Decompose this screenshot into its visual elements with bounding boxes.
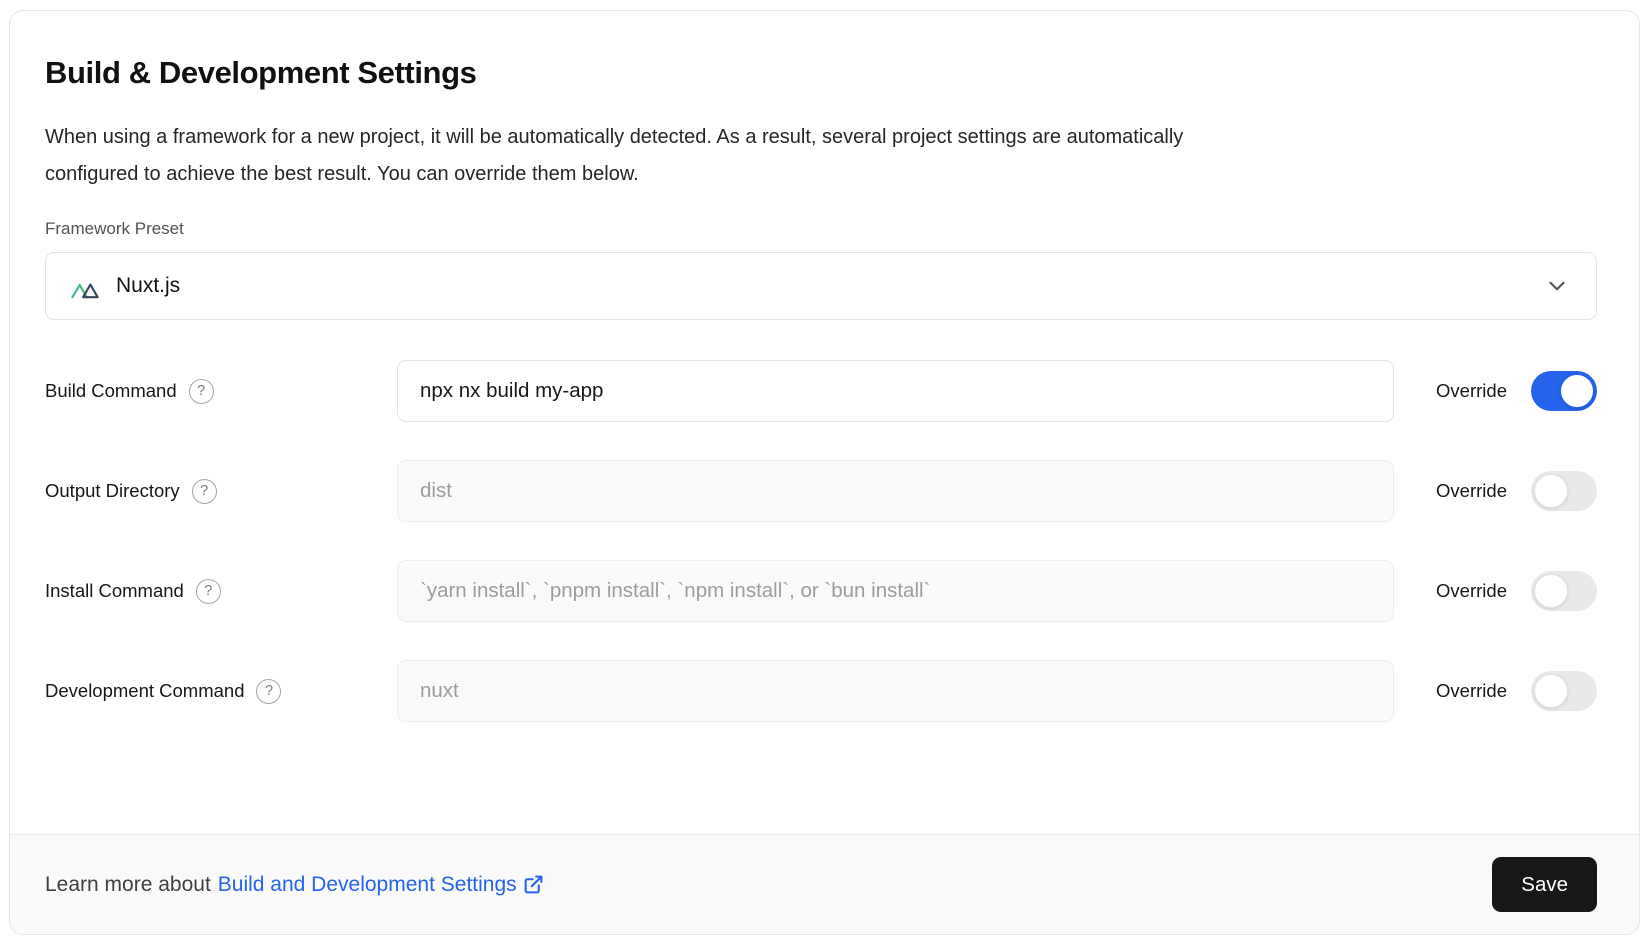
help-icon[interactable]: [192, 479, 217, 504]
chevron-down-icon: [1544, 273, 1570, 299]
override-toggle-output-directory[interactable]: [1531, 471, 1597, 511]
override-toggle-build-command[interactable]: [1531, 371, 1597, 411]
toggle-knob: [1534, 474, 1568, 508]
learn-more-prefix: Learn more about: [45, 873, 211, 897]
development-command-input[interactable]: [397, 660, 1394, 722]
external-link-icon: [517, 874, 544, 895]
description-line: configured to achieve the best result. Y…: [45, 156, 1525, 193]
override-toggle-install-command[interactable]: [1531, 571, 1597, 611]
setting-row-install-command: Install Command Override: [45, 560, 1597, 622]
toggle-knob: [1560, 374, 1594, 408]
override-label: Override: [1436, 380, 1507, 402]
override-label: Override: [1436, 580, 1507, 602]
settings-main: Build & Development Settings When using …: [10, 11, 1639, 760]
row-label: Build Command: [45, 380, 177, 402]
row-label: Development Command: [45, 680, 244, 702]
toggle-knob: [1534, 674, 1568, 708]
settings-card: Build & Development Settings When using …: [9, 10, 1640, 935]
link-label: Build and Development Settings: [218, 873, 517, 897]
toggle-knob: [1534, 574, 1568, 608]
section-description: When using a framework for a new project…: [45, 119, 1525, 193]
save-button[interactable]: Save: [1492, 857, 1597, 912]
framework-preset-select[interactable]: Nuxt.js: [45, 252, 1597, 320]
override-toggle-development-command[interactable]: [1531, 671, 1597, 711]
install-command-input[interactable]: [397, 560, 1394, 622]
framework-selected-value: Nuxt.js: [116, 274, 180, 298]
override-label: Override: [1436, 480, 1507, 502]
framework-preset-label: Framework Preset: [45, 219, 1597, 239]
settings-rows: Build Command Override Output Directory …: [45, 360, 1597, 722]
nuxt-logo-icon: [70, 273, 103, 300]
output-directory-input[interactable]: [397, 460, 1394, 522]
card-footer: Learn more about Build and Development S…: [10, 834, 1639, 934]
help-icon[interactable]: [189, 379, 214, 404]
description-line: When using a framework for a new project…: [45, 119, 1525, 156]
page-title: Build & Development Settings: [45, 55, 1597, 91]
help-icon[interactable]: [196, 579, 221, 604]
row-label: Output Directory: [45, 480, 180, 502]
setting-row-development-command: Development Command Override: [45, 660, 1597, 722]
setting-row-output-directory: Output Directory Override: [45, 460, 1597, 522]
help-icon[interactable]: [256, 679, 281, 704]
setting-row-build-command: Build Command Override: [45, 360, 1597, 422]
learn-more-text: Learn more about Build and Development S…: [45, 873, 544, 897]
build-command-input[interactable]: [397, 360, 1394, 422]
override-label: Override: [1436, 680, 1507, 702]
build-settings-docs-link[interactable]: Build and Development Settings: [218, 873, 544, 897]
row-label: Install Command: [45, 580, 184, 602]
